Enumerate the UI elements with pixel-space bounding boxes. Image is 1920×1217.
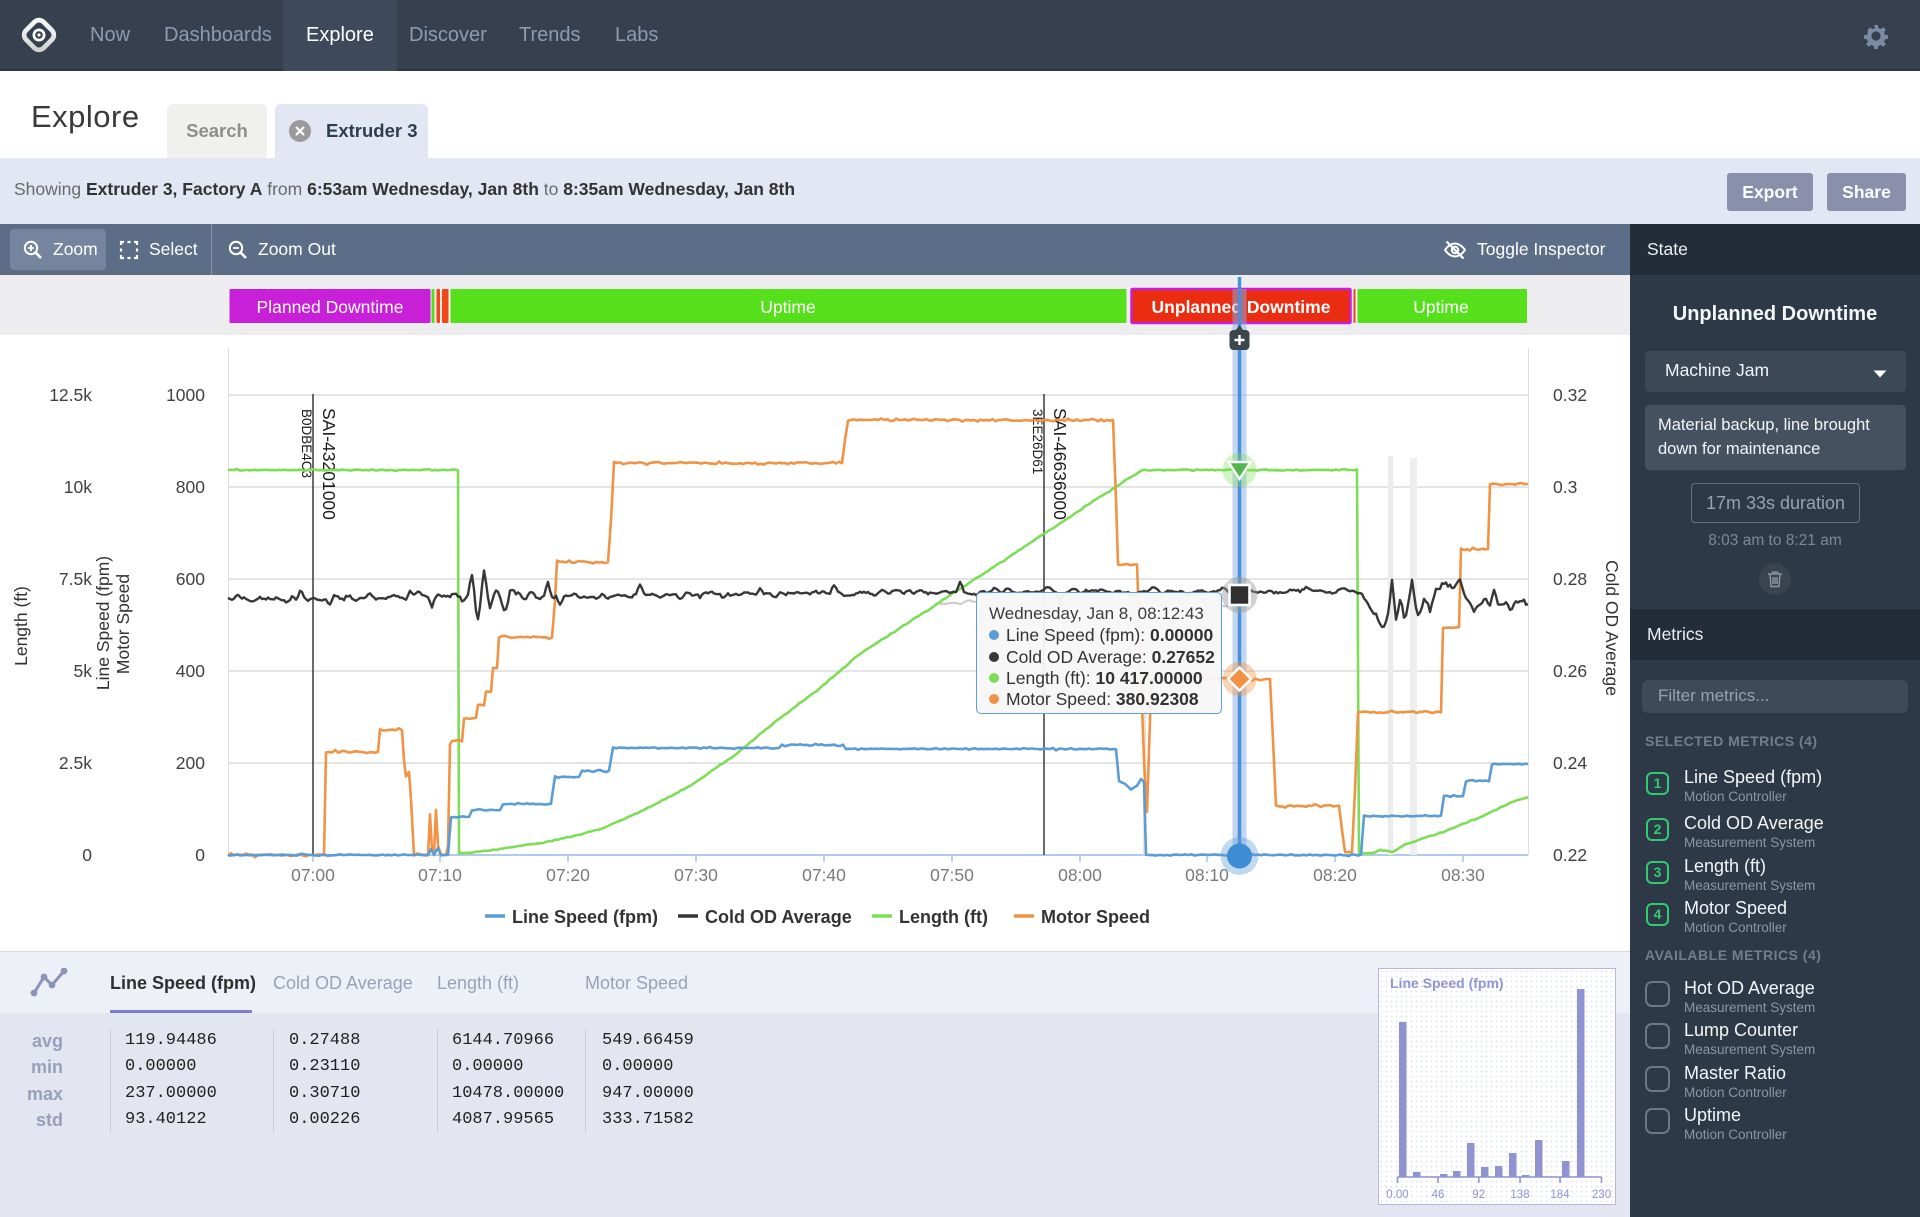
svg-text:400: 400: [176, 661, 205, 681]
svg-text:08:00: 08:00: [1058, 865, 1102, 885]
svg-text:07:10: 07:10: [418, 865, 462, 885]
svg-text:0: 0: [82, 845, 92, 865]
svg-text:08:10: 08:10: [1185, 865, 1229, 885]
svg-text:46: 46: [1432, 1189, 1445, 1201]
svg-text:0.26: 0.26: [1553, 661, 1587, 681]
svg-text:B0DBE4C3: B0DBE4C3: [299, 409, 314, 478]
svg-text:Cold OD Average: Cold OD Average: [705, 907, 852, 927]
svg-text:0.24: 0.24: [1553, 753, 1587, 773]
svg-text:0.22: 0.22: [1553, 845, 1587, 865]
svg-text:7.5k: 7.5k: [59, 569, 92, 589]
svg-text:0.32: 0.32: [1553, 385, 1587, 405]
svg-text:SAI-43201000: SAI-43201000: [319, 408, 339, 520]
svg-text:600: 600: [176, 569, 205, 589]
svg-text:Uptime: Uptime: [1413, 297, 1468, 317]
svg-text:07:40: 07:40: [802, 865, 846, 885]
svg-text:07:20: 07:20: [546, 865, 590, 885]
svg-text:92: 92: [1472, 1189, 1485, 1201]
svg-text:2.5k: 2.5k: [59, 753, 92, 773]
svg-text:138: 138: [1510, 1189, 1529, 1201]
svg-text:Line Speed (fpm): Line Speed (fpm): [512, 907, 658, 927]
svg-text:07:30: 07:30: [674, 865, 718, 885]
svg-text:07:50: 07:50: [930, 865, 974, 885]
svg-text:184: 184: [1550, 1189, 1570, 1201]
svg-text:0: 0: [195, 845, 205, 865]
svg-text:1000: 1000: [166, 385, 205, 405]
svg-text:12.5k: 12.5k: [49, 385, 92, 405]
svg-text:SAI-46636000: SAI-46636000: [1050, 408, 1070, 520]
svg-text:3EE26D61: 3EE26D61: [1030, 409, 1045, 474]
svg-text:0.3: 0.3: [1553, 477, 1577, 497]
svg-text:Motor Speed: Motor Speed: [113, 574, 133, 674]
svg-text:10k: 10k: [64, 477, 92, 497]
svg-text:5k: 5k: [74, 661, 93, 681]
svg-text:Planned Downtime: Planned Downtime: [257, 297, 404, 317]
svg-text:Length (ft): Length (ft): [899, 907, 988, 927]
svg-text:200: 200: [176, 753, 205, 773]
svg-text:07:00: 07:00: [291, 865, 335, 885]
svg-text:0.28: 0.28: [1553, 569, 1587, 589]
svg-text:Motor Speed: Motor Speed: [1041, 907, 1150, 927]
svg-text:08:30: 08:30: [1441, 865, 1485, 885]
svg-text:Line Speed (fpm): Line Speed (fpm): [93, 556, 113, 690]
svg-text:0.00: 0.00: [1386, 1189, 1408, 1201]
svg-text:Cold OD Average: Cold OD Average: [1602, 560, 1622, 696]
svg-text:Uptime: Uptime: [760, 297, 815, 317]
svg-text:800: 800: [176, 477, 205, 497]
svg-text:230: 230: [1592, 1189, 1611, 1201]
svg-text:08:20: 08:20: [1313, 865, 1357, 885]
svg-text:Length (ft): Length (ft): [11, 586, 31, 666]
